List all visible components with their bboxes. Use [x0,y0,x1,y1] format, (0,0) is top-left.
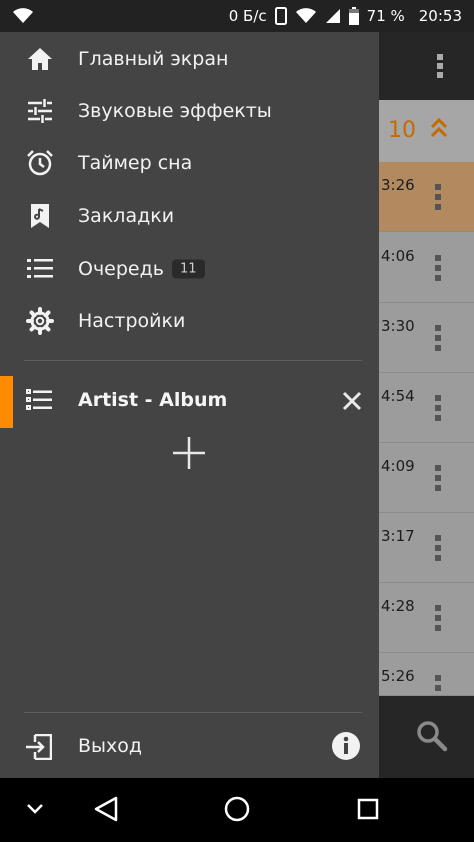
drawer-item-bookmarks[interactable]: Закладки [0,190,379,242]
chevron-down-icon[interactable] [26,800,44,819]
track-duration: 3:30 [381,317,415,335]
exit-button[interactable]: Выход [0,722,379,772]
logout-icon [26,733,53,764]
playlist-label: Artist - Album [78,389,228,411]
more-vert-icon[interactable] [434,255,442,285]
recents-icon[interactable] [357,798,379,824]
track-duration: 5:26 [381,667,415,685]
drawer-item-queue[interactable]: Очередь 11 [0,243,379,295]
queue-count-badge: 11 [172,259,205,279]
close-icon[interactable] [342,391,362,415]
active-indicator [0,376,13,428]
home-icon [26,45,54,73]
more-vert-icon[interactable] [434,395,442,425]
drawer-item-label: Настройки [78,310,186,332]
playlist-item[interactable]: Artist - Album [0,376,379,428]
equalizer-icon [26,97,54,125]
queue-icon [26,255,54,283]
system-nav-bar [0,778,474,842]
more-vert-icon[interactable] [434,605,442,635]
cell-signal-icon [325,8,341,24]
back-icon[interactable] [94,796,118,826]
alarm-icon [26,149,54,177]
track-duration: 4:09 [381,457,415,475]
playlist-icon [26,388,52,416]
status-bar: 0 Б/с 71 % 20:53 [0,0,474,32]
drawer-item-settings[interactable]: Настройки [0,295,379,347]
clock: 20:53 [418,7,462,25]
drawer-item-label: Главный экран [78,48,229,70]
navigation-drawer: Главный экран Звуковые эффекты Таймер сн… [0,32,379,778]
home-nav-icon[interactable] [224,796,250,826]
more-vert-icon[interactable] [434,325,442,355]
wifi-icon [12,8,34,24]
battery-percent: 71 % [366,7,405,25]
battery-icon [348,7,359,25]
drawer-item-sound-effects[interactable]: Звуковые эффекты [0,85,379,137]
overflow-menu-icon[interactable] [436,52,444,84]
info-icon[interactable] [332,732,360,764]
drawer-item-home[interactable]: Главный экран [0,33,379,85]
drawer-item-sleep-timer[interactable]: Таймер сна [0,137,379,189]
bookmark-icon [26,202,54,230]
track-duration: 4:28 [381,597,415,615]
track-count: 10 [388,118,416,143]
track-duration: 3:26 [381,176,415,194]
exit-label: Выход [78,735,143,757]
more-vert-icon[interactable] [434,535,442,565]
drawer-item-label: Звуковые эффекты [78,100,272,122]
track-duration: 4:06 [381,247,415,265]
drawer-item-label: Очередь [78,258,164,280]
drawer-item-label: Таймер сна [78,152,193,174]
phone-icon [274,7,287,25]
gear-icon [26,307,54,335]
collapse-chevron-icon[interactable] [430,117,448,142]
track-duration: 4:54 [381,387,415,405]
add-playlist-button[interactable] [172,436,206,470]
more-vert-icon[interactable] [434,184,442,214]
search-icon[interactable] [416,720,448,756]
drawer-divider [24,360,362,361]
drawer-divider [24,712,362,713]
more-vert-icon[interactable] [434,465,442,495]
net-speed: 0 Б/с [228,7,267,25]
drawer-item-label: Закладки [78,205,175,227]
track-duration: 3:17 [381,527,415,545]
wifi-signal-icon [295,8,317,24]
